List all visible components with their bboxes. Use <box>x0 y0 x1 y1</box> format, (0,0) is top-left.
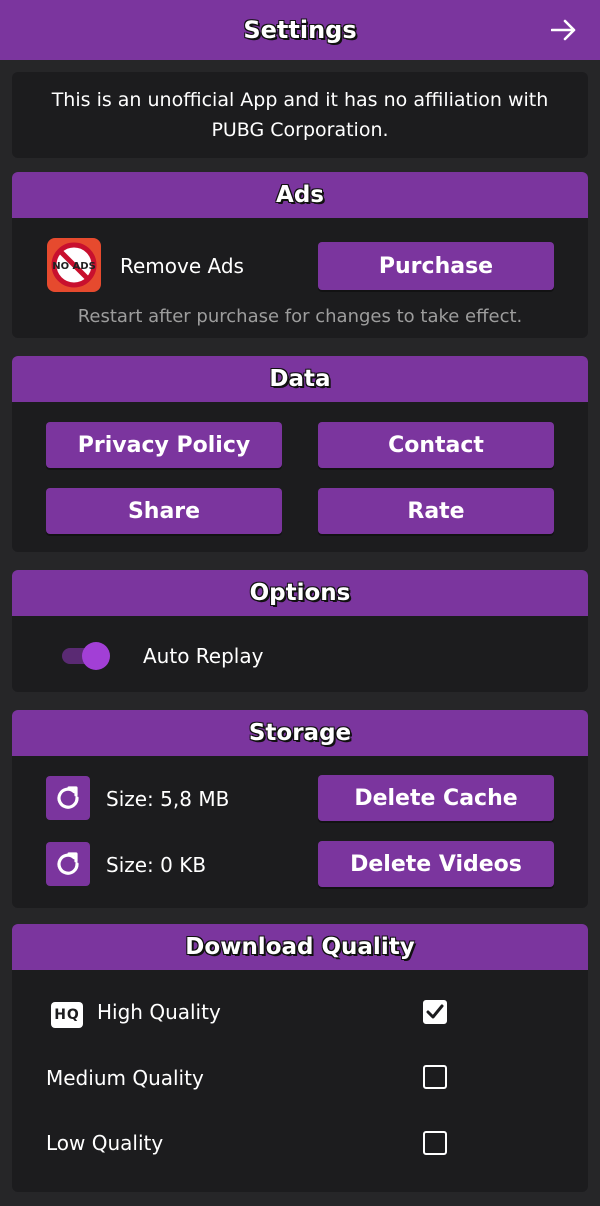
checkmark-icon <box>426 1004 444 1019</box>
storage-title: Storage <box>248 720 352 746</box>
download-quality-header: Download Quality <box>12 924 588 970</box>
svg-text:NO ADS: NO ADS <box>52 261 96 272</box>
refresh-videos-icon[interactable] <box>46 842 90 886</box>
disclaimer-text: This is an unofficial App and it has no … <box>51 89 549 141</box>
low-quality-label: Low Quality <box>46 1131 164 1155</box>
refresh-cache-icon[interactable] <box>46 776 90 820</box>
high-quality-checkbox[interactable] <box>423 1000 447 1024</box>
download-quality-title: Download Quality <box>185 934 415 960</box>
share-button[interactable]: Share <box>46 488 282 534</box>
data-header: Data <box>12 356 588 402</box>
remove-ads-label: Remove Ads <box>120 254 244 278</box>
auto-replay-label: Auto Replay <box>143 644 264 668</box>
privacy-policy-button[interactable]: Privacy Policy <box>46 422 282 468</box>
auto-replay-toggle[interactable] <box>62 642 112 670</box>
medium-quality-checkbox[interactable] <box>423 1065 447 1089</box>
contact-button[interactable]: Contact <box>318 422 554 468</box>
storage-card: Storage Size: 5,8 MB Delete Cache Size: … <box>12 710 588 908</box>
arrow-right-icon[interactable] <box>548 14 580 46</box>
disclaimer-card: This is an unofficial App and it has no … <box>12 72 588 158</box>
storage-header: Storage <box>12 710 588 756</box>
options-title: Options <box>249 580 351 606</box>
data-card: Data Privacy Policy Contact Share Rate <box>12 356 588 552</box>
options-header: Options <box>12 570 588 616</box>
toggle-knob <box>82 642 110 670</box>
medium-quality-label: Medium Quality <box>46 1066 204 1090</box>
no-ads-icon: NO ADS <box>47 238 101 292</box>
delete-videos-button[interactable]: Delete Videos <box>318 841 554 887</box>
ads-header: Ads <box>12 172 588 218</box>
page-title: Settings <box>243 16 357 44</box>
ads-card: Ads NO ADS Remove Ads Purchase Restart a… <box>12 172 588 338</box>
delete-cache-button[interactable]: Delete Cache <box>318 775 554 821</box>
ads-title: Ads <box>276 182 324 208</box>
purchase-button[interactable]: Purchase <box>318 242 554 290</box>
download-quality-card: Download Quality HQ High Quality Medium … <box>12 924 588 1192</box>
videos-size-label: Size: 0 KB <box>106 853 207 877</box>
cache-size-label: Size: 5,8 MB <box>106 787 230 811</box>
low-quality-checkbox[interactable] <box>423 1131 447 1155</box>
top-app-bar: Settings <box>0 0 600 60</box>
rate-button[interactable]: Rate <box>318 488 554 534</box>
data-title: Data <box>269 366 331 392</box>
high-quality-label: High Quality <box>97 1000 221 1024</box>
hq-icon: HQ <box>51 1002 83 1028</box>
purchase-note: Restart after purchase for changes to ta… <box>77 306 523 327</box>
options-card: Options Auto Replay <box>12 570 588 692</box>
